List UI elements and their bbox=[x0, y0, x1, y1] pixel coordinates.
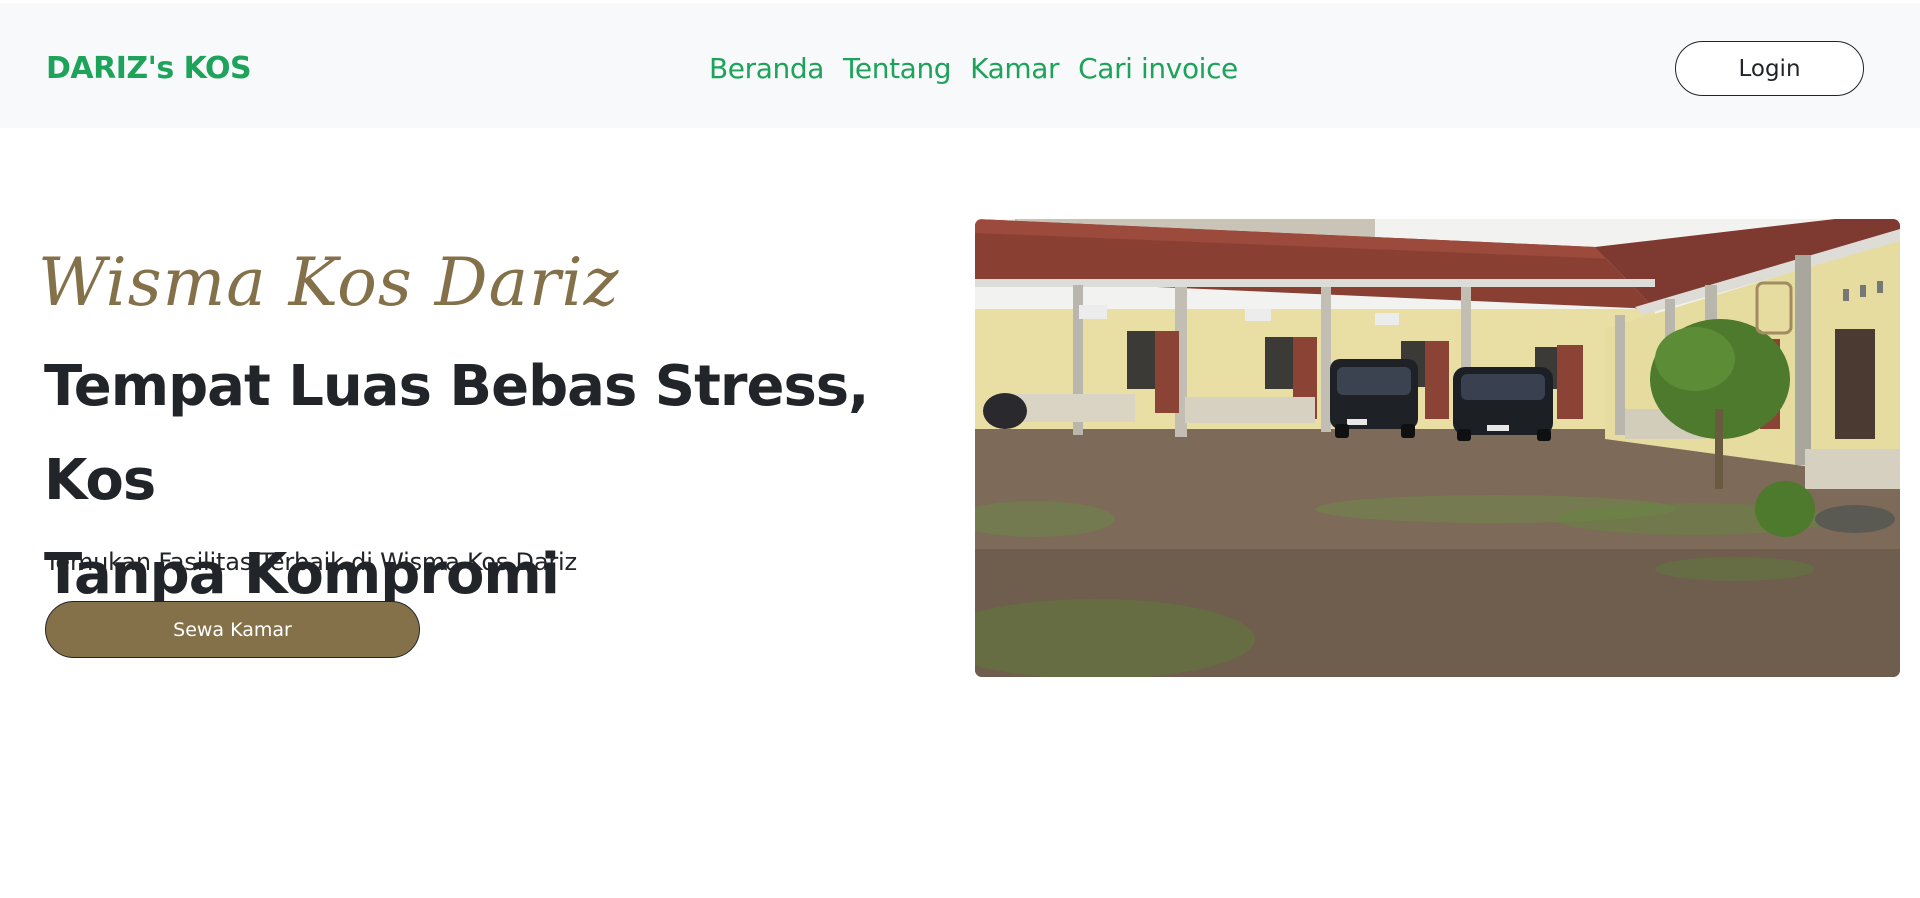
hero-subtext: Temukan Fasilitas Terbaik di Wisma Kos D… bbox=[45, 548, 577, 576]
hero-headline: Tempat Luas Bebas Stress, Kos Tanpa Komp… bbox=[44, 340, 924, 622]
navbar: DARIZ's KOS Beranda Tentang Kamar Cari i… bbox=[0, 3, 1920, 128]
hero-headline-line1: Tempat Luas Bebas Stress, Kos bbox=[44, 354, 869, 513]
nav-link-tentang[interactable]: Tentang bbox=[843, 52, 952, 85]
hero-script-title: Wisma Kos Dariz bbox=[38, 244, 620, 321]
nav-links: Beranda Tentang Kamar Cari invoice bbox=[709, 51, 1238, 87]
nav-link-cari-invoice[interactable]: Cari invoice bbox=[1078, 52, 1238, 85]
brand-logo[interactable]: DARIZ's KOS bbox=[46, 51, 252, 87]
login-button[interactable]: Login bbox=[1675, 41, 1864, 96]
sewa-kamar-button[interactable]: Sewa Kamar bbox=[45, 601, 420, 658]
hero-photo bbox=[975, 219, 1900, 677]
nav-link-kamar[interactable]: Kamar bbox=[970, 52, 1059, 85]
nav-link-beranda[interactable]: Beranda bbox=[709, 52, 824, 85]
